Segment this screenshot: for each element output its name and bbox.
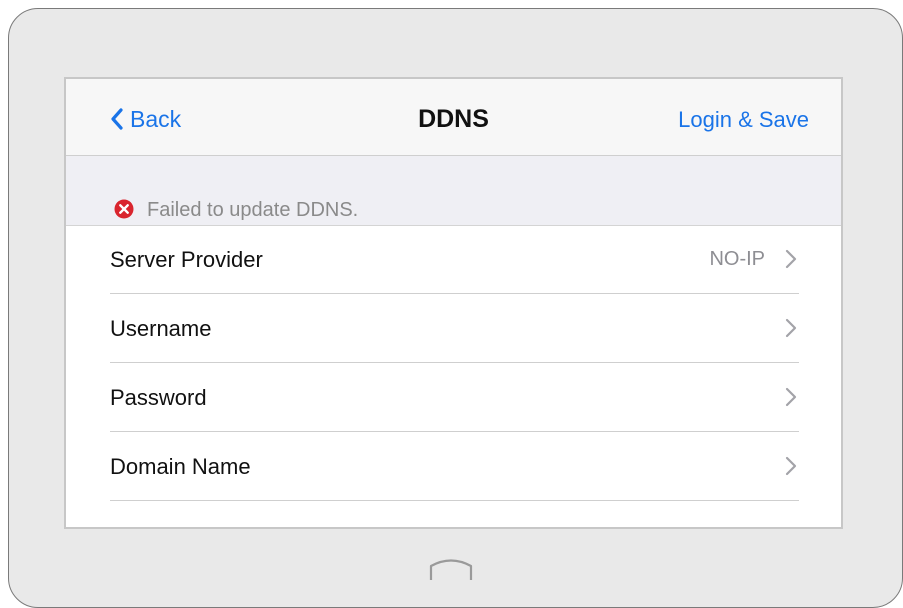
row-label: Server Provider [110, 247, 263, 272]
ddns-screen: Back DDNS Login & Save Server Provider N… [64, 77, 843, 529]
row-label: Password [110, 385, 207, 410]
error-circle-icon [114, 199, 134, 219]
back-button[interactable]: Back [110, 105, 181, 133]
chevron-right-icon [785, 387, 797, 407]
row-label: Username [110, 316, 212, 341]
chevron-right-icon [785, 249, 797, 269]
login-save-button[interactable]: Login & Save [678, 107, 809, 133]
row-value: NO-IP [709, 248, 765, 270]
username-row[interactable]: Username [110, 294, 799, 363]
navigation-bar: Back DDNS Login & Save [66, 79, 841, 156]
chevron-right-icon [785, 456, 797, 476]
domain-name-row[interactable]: Domain Name [110, 432, 799, 501]
server-provider-row[interactable]: Server Provider NO-IP [110, 225, 799, 294]
home-button-icon[interactable] [428, 556, 474, 582]
chevron-left-icon [111, 108, 123, 130]
error-message: Failed to update DDNS. [147, 199, 359, 221]
back-label: Back [130, 105, 182, 132]
password-row[interactable]: Password [110, 363, 799, 432]
row-label: Domain Name [110, 454, 251, 479]
chevron-right-icon [785, 318, 797, 338]
